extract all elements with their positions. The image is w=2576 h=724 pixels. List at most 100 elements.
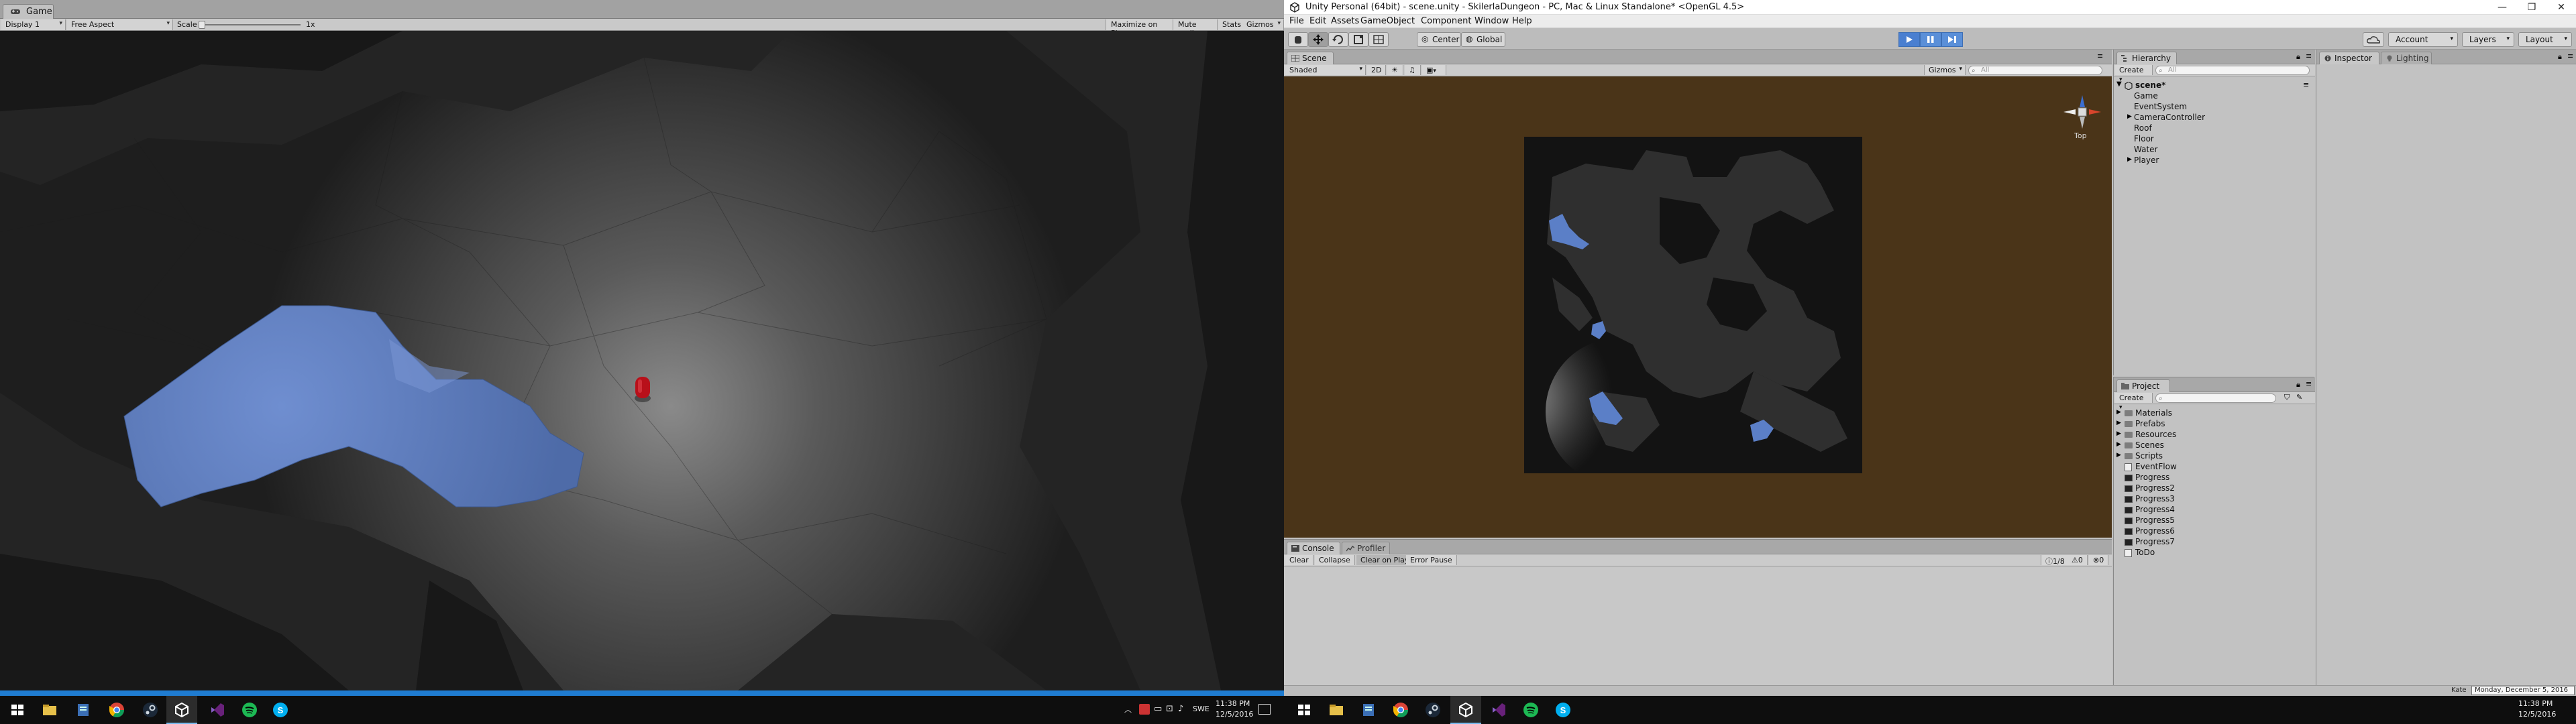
project-file-row[interactable]: Progress bbox=[2114, 473, 2315, 483]
hierarchy-item-roof[interactable]: Roof bbox=[2134, 123, 2152, 133]
tab-inspector[interactable]: Inspector bbox=[2319, 52, 2379, 64]
expand-arrow-icon[interactable]: ▶ bbox=[2116, 409, 2121, 416]
lock-icon[interactable]: 🔒︎ bbox=[2296, 52, 2300, 62]
hierarchy-item-floor[interactable]: Floor bbox=[2134, 134, 2154, 143]
scale-tool-button[interactable] bbox=[1348, 32, 1368, 47]
hierarchy-search-input[interactable]: ⌕ All bbox=[2155, 66, 2310, 75]
tab-scene[interactable]: Scene bbox=[1287, 52, 1334, 64]
chrome-icon[interactable] bbox=[107, 701, 126, 719]
menu-file[interactable]: File bbox=[1289, 16, 1304, 26]
project-file-row[interactable]: Progress4 bbox=[2114, 505, 2315, 516]
hand-tool-button[interactable] bbox=[1288, 32, 1308, 47]
active-taskbar-item[interactable] bbox=[1450, 696, 1481, 724]
visual-studio-icon[interactable] bbox=[208, 701, 227, 719]
menu-assets[interactable]: Assets bbox=[1331, 16, 1359, 26]
project-file-row[interactable]: Progress6 bbox=[2114, 526, 2315, 537]
file-explorer-icon[interactable] bbox=[1327, 701, 1346, 719]
hierarchy-item-game[interactable]: Game bbox=[2134, 91, 2158, 101]
scene-view[interactable]: Top bbox=[1284, 76, 2112, 538]
tab-project[interactable]: Project bbox=[2116, 379, 2170, 392]
expand-arrow-icon[interactable]: ▼ bbox=[2116, 80, 2122, 88]
project-folder-row[interactable]: ▶ Scripts bbox=[2114, 451, 2315, 462]
tray-chevron-icon[interactable]: ︿ bbox=[1124, 704, 1132, 715]
skype-icon[interactable]: S bbox=[1554, 701, 1572, 719]
menu-window[interactable]: Window bbox=[1474, 16, 1509, 26]
effects-dropdown[interactable]: ▣▾ bbox=[1422, 65, 1446, 75]
log-count-toggle[interactable]: ⓘ1/8 bbox=[2041, 555, 2070, 566]
visual-studio-icon[interactable] bbox=[1489, 701, 1508, 719]
aspect-dropdown[interactable]: Free Aspect ▾ bbox=[67, 19, 173, 30]
display-dropdown[interactable]: Display 1 ▾ bbox=[1, 19, 66, 30]
tray-app-icon[interactable] bbox=[1139, 704, 1150, 715]
clock-date[interactable]: 12/5/2016 bbox=[2518, 710, 2556, 719]
layout-dropdown[interactable]: Layout ▾ bbox=[2518, 32, 2572, 47]
close-button[interactable]: ✕ bbox=[2546, 0, 2576, 15]
move-tool-button[interactable] bbox=[1308, 32, 1328, 47]
expand-arrow-icon[interactable]: ▶ bbox=[2127, 113, 2132, 120]
filter-by-label-icon[interactable]: ✎ bbox=[2296, 393, 2302, 402]
pause-button[interactable] bbox=[1920, 32, 1941, 47]
game-viewport[interactable] bbox=[0, 31, 1284, 690]
chrome-icon[interactable] bbox=[1391, 701, 1410, 719]
input-language[interactable]: SWE bbox=[1193, 705, 1210, 713]
tab-lighting[interactable]: Lighting bbox=[2381, 52, 2432, 64]
layers-dropdown[interactable]: Layers ▾ bbox=[2462, 32, 2514, 47]
orientation-gizmo[interactable] bbox=[2063, 95, 2101, 129]
account-dropdown[interactable]: Account ▾ bbox=[2388, 32, 2458, 47]
panel-menu-icon[interactable]: ≡ bbox=[2097, 52, 2103, 60]
project-search-input[interactable]: ⌕ bbox=[2155, 394, 2276, 403]
windows-start-icon[interactable] bbox=[1295, 701, 1313, 719]
lighting-toggle[interactable]: ☀ bbox=[1387, 65, 1403, 75]
scene-gizmos-dropdown[interactable]: Gizmos ▾ bbox=[1924, 65, 1966, 75]
step-button[interactable] bbox=[1941, 32, 1963, 47]
skype-icon[interactable]: S bbox=[271, 701, 290, 719]
project-file-row[interactable]: Progress3 bbox=[2114, 494, 2315, 505]
clear-button[interactable]: Clear bbox=[1285, 555, 1313, 565]
clock-time[interactable]: 11:38 PM bbox=[2518, 699, 2553, 708]
pivot-toggle[interactable]: ◎ Center bbox=[1417, 32, 1461, 47]
maximize-on-play-button[interactable]: Maximize on Play bbox=[1106, 19, 1173, 38]
collapse-button[interactable]: Collapse bbox=[1315, 555, 1355, 565]
action-center-icon[interactable] bbox=[1258, 704, 1271, 715]
scale-slider[interactable] bbox=[200, 24, 301, 25]
lock-icon[interactable]: 🔒︎ bbox=[2558, 52, 2562, 62]
tab-hierarchy[interactable]: Hierarchy bbox=[2116, 52, 2177, 64]
lock-icon[interactable]: 🔒︎ bbox=[2296, 380, 2300, 389]
panel-menu-icon[interactable]: ≡ bbox=[2306, 52, 2312, 60]
file-explorer-icon[interactable] bbox=[40, 701, 59, 719]
network-icon[interactable]: ⊡ bbox=[1166, 704, 1173, 714]
menu-component[interactable]: Component bbox=[1421, 16, 1471, 26]
audio-toggle[interactable]: ♫ bbox=[1405, 65, 1421, 75]
scene-search-input[interactable]: ⌕ All bbox=[1968, 66, 2102, 75]
menu-help[interactable]: Help bbox=[1512, 16, 1532, 26]
expand-arrow-icon[interactable]: ▶ bbox=[2116, 441, 2121, 448]
project-folder-row[interactable]: ▶ Materials bbox=[2114, 408, 2315, 419]
windows-start-icon[interactable] bbox=[8, 701, 27, 719]
tab-game[interactable]: Game bbox=[3, 4, 54, 19]
clear-on-play-toggle[interactable]: Clear on Play bbox=[1356, 555, 1414, 565]
scale-slider-handle[interactable] bbox=[199, 21, 205, 29]
hierarchy-item-water[interactable]: Water bbox=[2134, 145, 2157, 154]
rect-tool-button[interactable] bbox=[1368, 32, 1389, 47]
maximize-button[interactable]: ❐ bbox=[2517, 0, 2546, 15]
project-file-row[interactable]: Progress7 bbox=[2114, 537, 2315, 548]
spotify-icon[interactable] bbox=[1521, 701, 1540, 719]
tab-console[interactable]: Console bbox=[1287, 542, 1340, 554]
error-pause-toggle[interactable]: Error Pause bbox=[1406, 555, 1457, 565]
gizmo-view-label[interactable]: Top bbox=[2074, 131, 2087, 140]
collab-cloud-button[interactable] bbox=[2363, 32, 2384, 47]
tab-profiler[interactable]: Profiler bbox=[1342, 542, 1390, 554]
menu-gameobject[interactable]: GameObject bbox=[1360, 16, 1415, 26]
clock-time[interactable]: 11:38 PM bbox=[1216, 699, 1250, 708]
console-log-area[interactable] bbox=[1284, 566, 2112, 686]
notepad-icon[interactable] bbox=[1359, 701, 1378, 719]
panel-menu-icon[interactable]: ≡ bbox=[2306, 379, 2312, 388]
expand-arrow-icon[interactable]: ▶ bbox=[2116, 452, 2121, 459]
project-folder-row[interactable]: ▶ Resources bbox=[2114, 430, 2315, 440]
mute-audio-button[interactable]: Mute audio bbox=[1173, 19, 1217, 38]
error-count-toggle[interactable]: ⊗0 bbox=[2089, 555, 2109, 565]
hierarchy-item-eventsystem[interactable]: EventSystem bbox=[2134, 102, 2187, 111]
scene-menu-icon[interactable]: ≡ bbox=[2303, 80, 2309, 89]
battery-icon[interactable]: ▭ bbox=[1154, 704, 1162, 714]
project-create-button[interactable]: Create ▾ bbox=[2115, 393, 2153, 411]
